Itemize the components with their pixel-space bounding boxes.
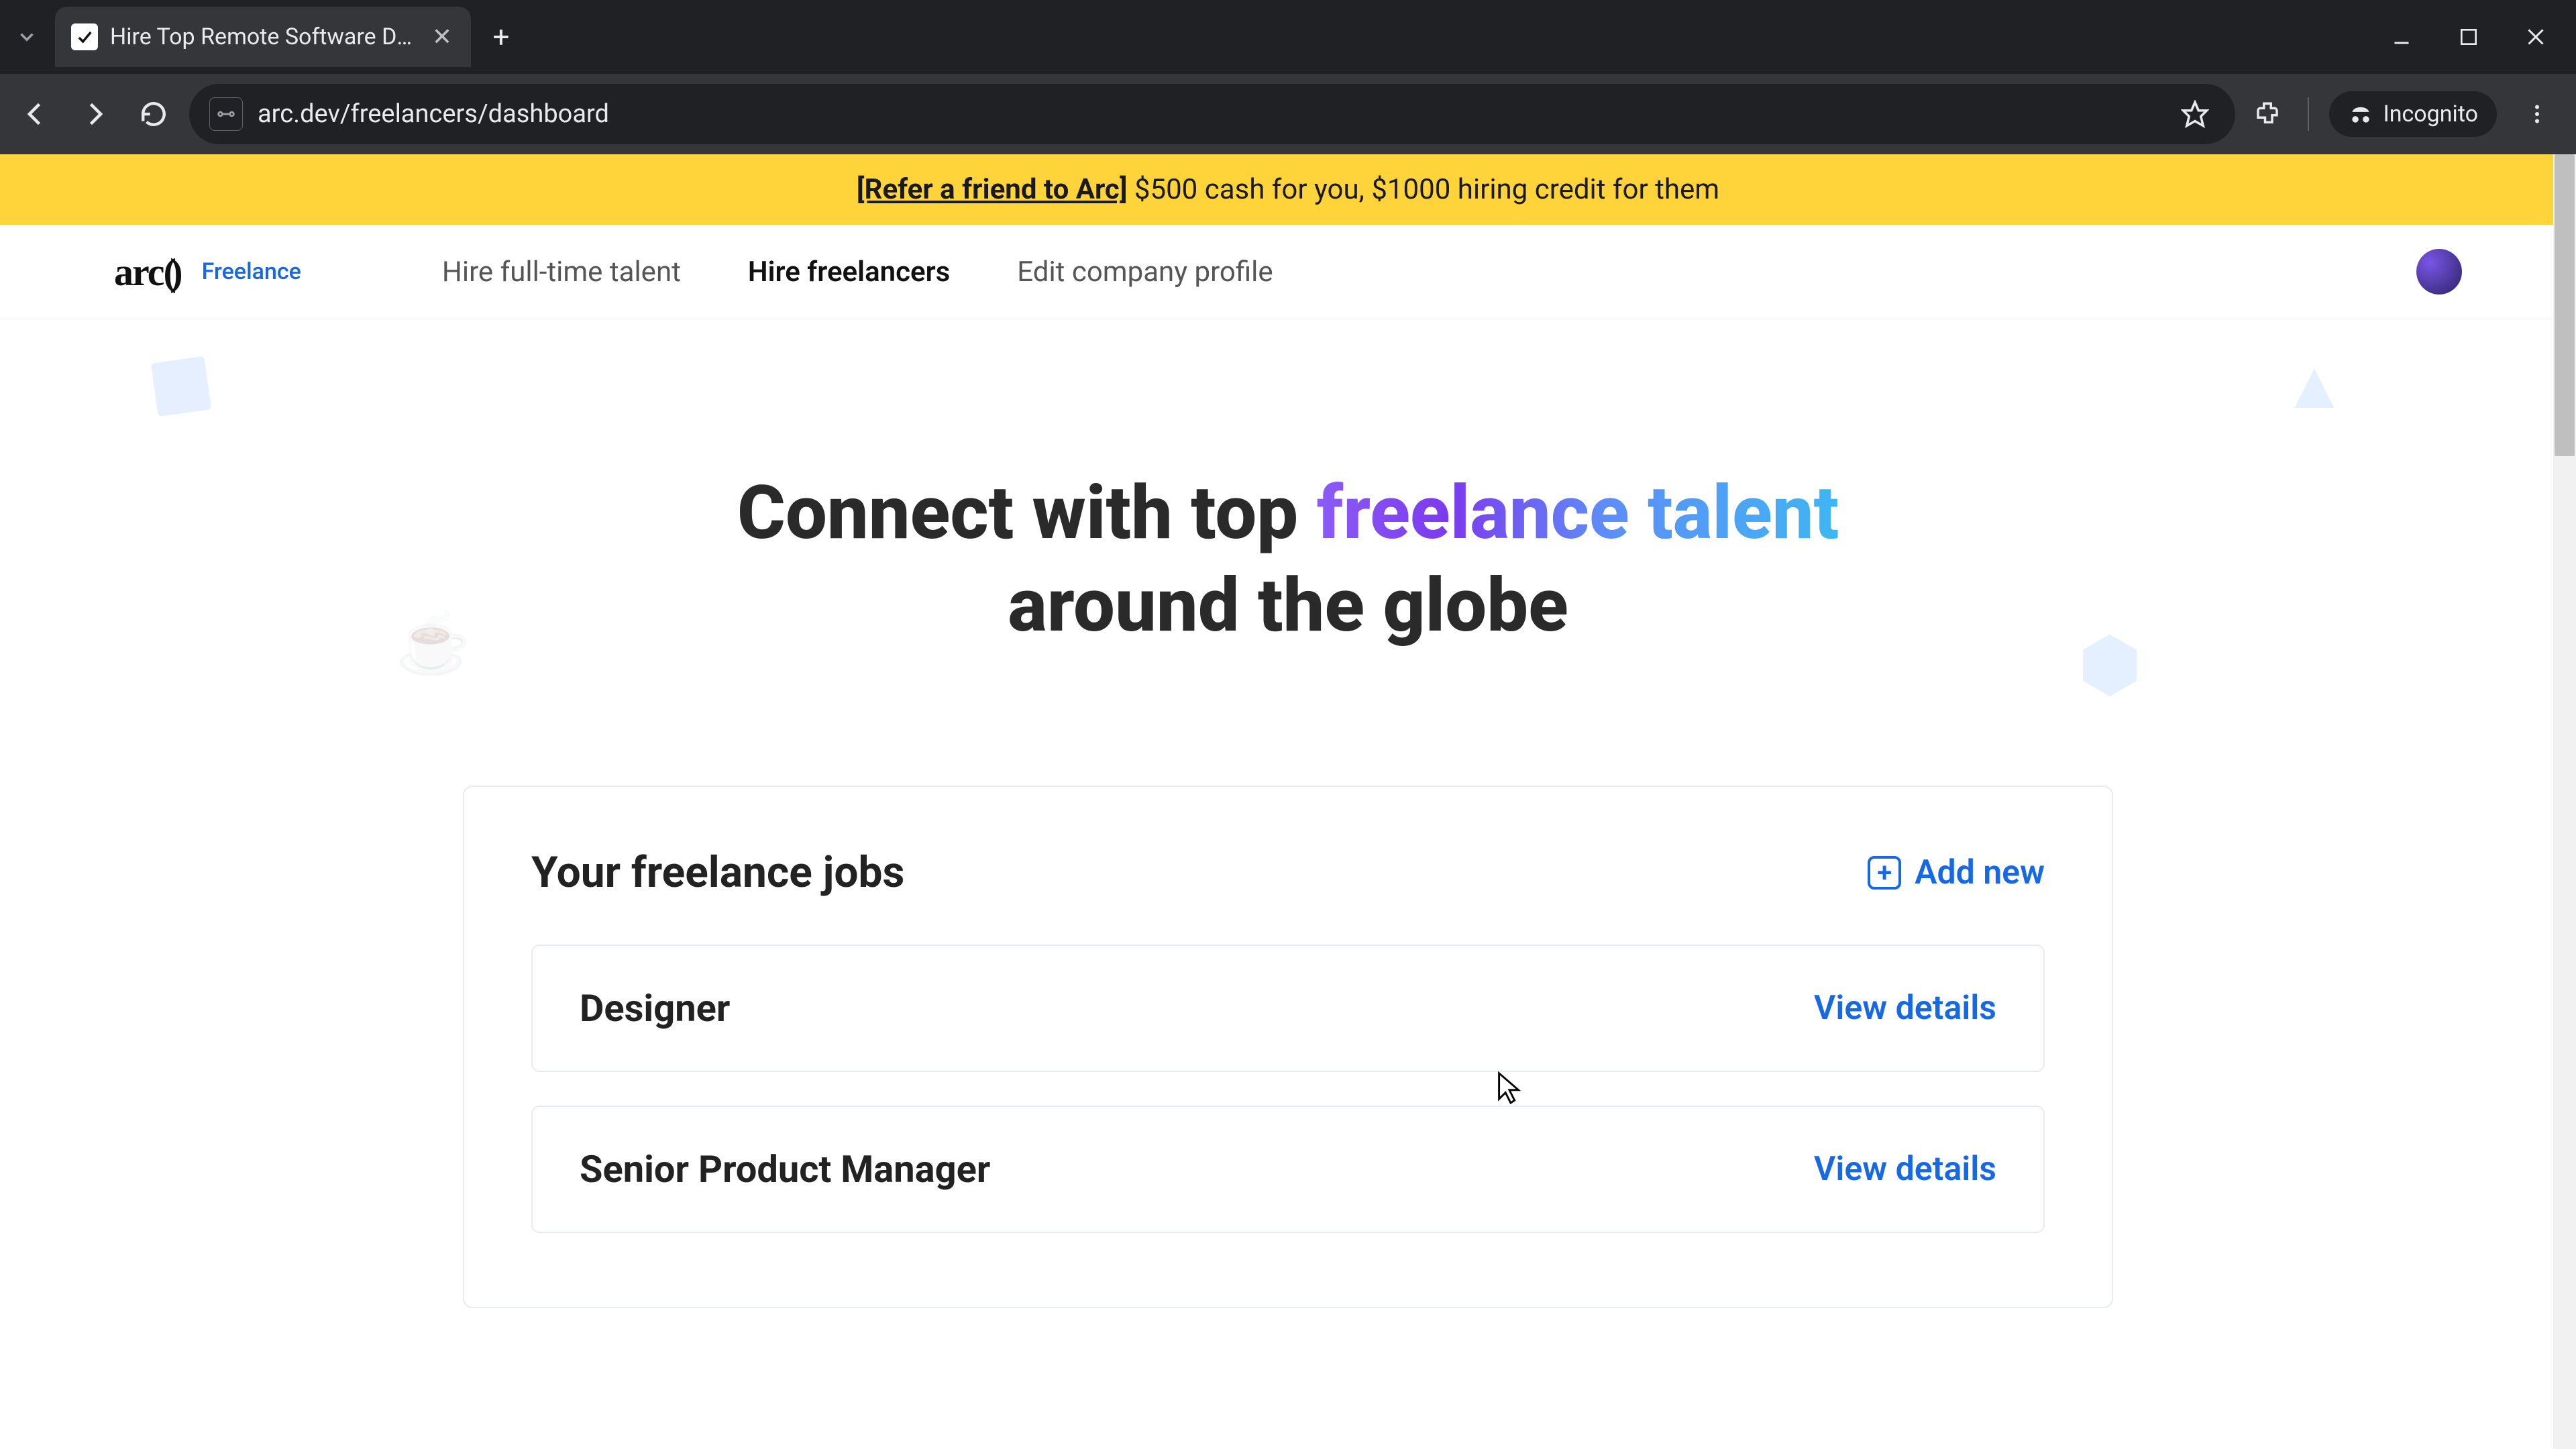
hero: ☕ ▲ ⬢ Connect with top freelance talent … [0,319,2576,786]
tab-favicon [71,23,98,50]
hero-line1-prefix: Connect with top [737,470,1317,556]
forward-button[interactable] [71,91,118,138]
arc-logo[interactable]: arc( ) [114,250,175,294]
close-window-icon[interactable] [2516,17,2556,57]
js-icon [151,356,211,417]
close-tab-icon[interactable]: ✕ [432,23,452,51]
banner-text: $500 cash for you, $1000 hiring credit f… [1127,173,1719,206]
hero-line2: around the globe [1008,562,1568,649]
bookmark-star-icon[interactable] [2175,94,2215,134]
refer-friend-link[interactable]: [Refer a friend to Arc] [857,173,1128,206]
toolbar-divider [2308,97,2309,131]
browser-tab[interactable]: Hire Top Remote Software Deve ✕ [55,7,471,67]
minimize-icon[interactable] [2381,17,2422,57]
jobs-header: Your freelance jobs + Add new [531,847,2045,898]
add-new-label: Add new [1915,853,2045,892]
new-tab-button[interactable]: + [478,13,525,60]
logo-parens: ( ) [163,250,174,294]
hero-line1-highlight: freelance talent [1317,470,1839,556]
job-row: Designer View details [531,945,2045,1072]
job-title: Senior Product Manager [580,1147,990,1191]
window-controls [2381,17,2569,57]
incognito-chip[interactable]: Incognito [2329,91,2497,137]
nav-edit-company-profile[interactable]: Edit company profile [1017,256,1273,288]
nav-hire-fulltime[interactable]: Hire full-time talent [442,256,681,288]
plus-square-icon: + [1868,856,1901,890]
tab-search-dropdown[interactable] [7,17,47,57]
python-icon: ⬢ [2073,621,2147,695]
view-details-link[interactable]: View details [1814,1150,1996,1189]
url-text[interactable]: arc.dev/freelancers/dashboard [258,99,2160,129]
tab-strip: Hire Top Remote Software Deve ✕ + [0,0,2576,74]
incognito-icon [2348,101,2373,127]
job-title: Designer [580,986,730,1030]
java-icon: ☕ [396,608,449,675]
hero-heading: Connect with top freelance talent around… [0,467,2576,651]
job-row: Senior Product Manager View details [531,1106,2045,1233]
page-viewport: [Refer a friend to Arc] $500 cash for yo… [0,154,2576,1449]
back-button[interactable] [12,91,59,138]
jobs-section-title: Your freelance jobs [531,847,904,898]
nav-hire-freelancers[interactable]: Hire freelancers [748,256,950,288]
logo-text: arc [114,250,163,294]
freelance-badge: Freelance [202,258,301,285]
address-bar[interactable]: arc.dev/freelancers/dashboard [189,84,2235,144]
avatar[interactable] [2416,249,2462,294]
site-header: arc( ) Freelance Hire full-time talent H… [0,225,2576,319]
referral-banner: [Refer a friend to Arc] $500 cash for yo… [0,154,2576,225]
tab-title: Hire Top Remote Software Deve [110,23,420,50]
site-info-icon[interactable] [209,97,243,131]
add-new-job-button[interactable]: + Add new [1868,853,2045,892]
kebab-menu-icon[interactable] [2517,94,2557,134]
view-details-link[interactable]: View details [1814,989,1996,1028]
reload-button[interactable] [130,91,177,138]
incognito-label: Incognito [2383,101,2478,127]
browser-toolbar: arc.dev/freelancers/dashboard Incognito [0,74,2576,154]
browser-chrome: Hire Top Remote Software Deve ✕ + [0,0,2576,154]
header-nav: Hire full-time talent Hire freelancers E… [442,256,1273,288]
extensions-icon[interactable] [2247,94,2288,134]
jobs-card: Your freelance jobs + Add new Designer V… [463,786,2113,1308]
angular-icon: ▲ [2281,346,2348,413]
maximize-icon[interactable] [2449,17,2489,57]
